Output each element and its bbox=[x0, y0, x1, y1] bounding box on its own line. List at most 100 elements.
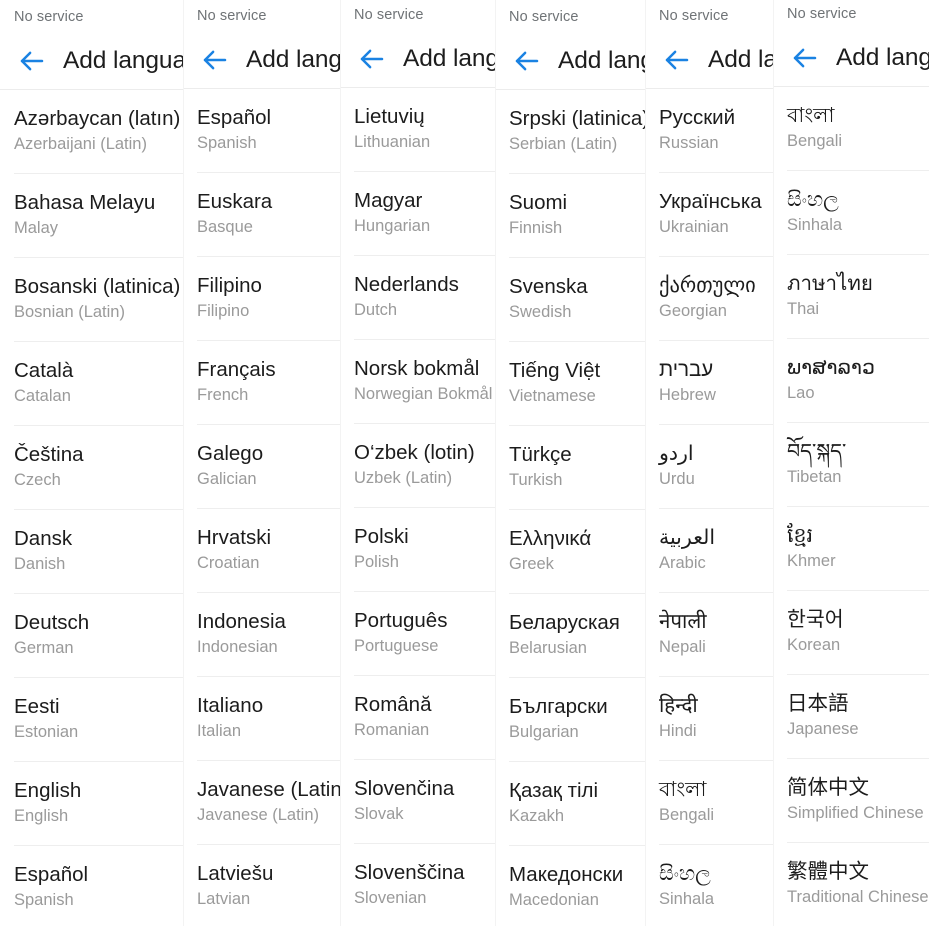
language-english-name: Thai bbox=[787, 300, 820, 319]
language-native-name: සිංහල bbox=[659, 862, 711, 886]
language-english-name: Spanish bbox=[14, 891, 74, 910]
language-list-item[interactable]: ພາສາລາວ Lao bbox=[787, 339, 929, 423]
language-list-item[interactable]: Srpski (latinica) Serbian (Latin) bbox=[509, 90, 645, 174]
language-list-item[interactable]: Lietuvių Lithuanian bbox=[354, 88, 495, 172]
language-native-name: Türkçe bbox=[509, 443, 572, 467]
back-arrow-icon[interactable] bbox=[193, 38, 237, 82]
language-english-name: Polish bbox=[354, 553, 399, 572]
language-list-item[interactable]: Polski Polish bbox=[354, 508, 495, 592]
status-bar-carrier-text: No service bbox=[14, 8, 84, 25]
language-list-item[interactable]: 繁體中文 Traditional Chinese bbox=[787, 843, 929, 926]
language-list-item[interactable]: বাংলা Bengali bbox=[659, 761, 773, 845]
language-english-name: Japanese bbox=[787, 720, 859, 739]
language-list-item[interactable]: Українська Ukrainian bbox=[659, 173, 773, 257]
language-english-name: Malay bbox=[14, 219, 59, 238]
language-english-name: Ukrainian bbox=[659, 218, 729, 237]
language-list-item[interactable]: Română Romanian bbox=[354, 676, 495, 760]
language-list-item[interactable]: اردو Urdu bbox=[659, 425, 773, 509]
language-english-name: Bulgarian bbox=[509, 723, 579, 742]
language-list-item[interactable]: Tiếng Việt Vietnamese bbox=[509, 342, 645, 426]
language-list-item[interactable]: Galego Galician bbox=[197, 425, 340, 509]
language-list-item[interactable]: Bosanski (latinica) Bosnian (Latin) bbox=[14, 258, 183, 342]
language-list-item[interactable]: සිංහල Sinhala bbox=[787, 171, 929, 255]
language-list-item[interactable]: 日本語 Japanese bbox=[787, 675, 929, 759]
language-list-item[interactable]: Türkçe Turkish bbox=[509, 426, 645, 510]
back-arrow-icon[interactable] bbox=[350, 37, 394, 81]
language-list-item[interactable]: Euskara Basque bbox=[197, 173, 340, 257]
phone-screen-panel-6: No service Add language বাংলা Bengali සිංහල S… bbox=[773, 0, 929, 926]
language-list-item[interactable]: Bahasa Melayu Malay bbox=[14, 174, 183, 258]
language-english-name: Czech bbox=[14, 471, 61, 490]
language-list-item[interactable]: Filipino Filipino bbox=[197, 257, 340, 341]
language-list-item[interactable]: Español Spanish bbox=[197, 89, 340, 173]
language-list-item[interactable]: Қазақ тілі Kazakh bbox=[509, 762, 645, 846]
language-english-name: Basque bbox=[197, 218, 253, 237]
language-english-name: Portuguese bbox=[354, 637, 439, 656]
language-list-item[interactable]: සිංහල Sinhala bbox=[659, 845, 773, 926]
language-list-item[interactable]: 한국어 Korean bbox=[787, 591, 929, 675]
language-list-item[interactable]: עברית Hebrew bbox=[659, 341, 773, 425]
language-list-item[interactable]: Svenska Swedish bbox=[509, 258, 645, 342]
language-list-item[interactable]: العربية Arabic bbox=[659, 509, 773, 593]
language-native-name: Magyar bbox=[354, 189, 423, 213]
language-list-item[interactable]: ภาษาไทย Thai bbox=[787, 255, 929, 339]
language-list-item[interactable]: Deutsch German bbox=[14, 594, 183, 678]
language-list-item[interactable]: Norsk bokmål Norwegian Bokmål bbox=[354, 340, 495, 424]
language-list-item[interactable]: Беларуская Belarusian bbox=[509, 594, 645, 678]
language-english-name: Swedish bbox=[509, 303, 572, 322]
language-list-item[interactable]: Čeština Czech bbox=[14, 426, 183, 510]
phone-screen-content: No service Add language Azərbaycan (latın)… bbox=[0, 0, 183, 926]
status-bar: No service bbox=[183, 0, 340, 32]
language-list-item[interactable]: Português Portuguese bbox=[354, 592, 495, 676]
language-native-name: বাংলা bbox=[659, 778, 707, 802]
language-native-name: Italiano bbox=[197, 694, 264, 718]
language-list-item[interactable]: हिन्दी Hindi bbox=[659, 677, 773, 761]
language-list-item[interactable]: O‘zbek (lotin) Uzbek (Latin) bbox=[354, 424, 495, 508]
language-list-item[interactable]: Español Spanish bbox=[14, 846, 183, 926]
language-native-name: Javanese (Latin) bbox=[197, 778, 340, 802]
language-list-item[interactable]: Български Bulgarian bbox=[509, 678, 645, 762]
language-list-item[interactable]: Italiano Italian bbox=[197, 677, 340, 761]
language-list: Azərbaycan (latın) Azerbaijani (Latin) Bah… bbox=[0, 90, 183, 926]
language-list-item[interactable]: ខ្មែរ Khmer bbox=[787, 507, 929, 591]
language-list-item[interactable]: ქართული Georgian bbox=[659, 257, 773, 341]
language-list: Srpski (latinica) Serbian (Latin) Suomi Fin… bbox=[495, 90, 645, 926]
language-list-item[interactable]: Nederlands Dutch bbox=[354, 256, 495, 340]
back-arrow-icon[interactable] bbox=[505, 39, 549, 83]
language-native-name: ខ្មែរ bbox=[787, 524, 814, 548]
language-list-item[interactable]: བོད་སྐད་ Tibetan bbox=[787, 423, 929, 507]
language-english-name: Simplified Chinese bbox=[787, 804, 924, 823]
language-native-name: Euskara bbox=[197, 190, 273, 214]
app-bar: Add language bbox=[0, 33, 183, 90]
language-list-item[interactable]: Ελληνικά Greek bbox=[509, 510, 645, 594]
language-english-name: Hungarian bbox=[354, 217, 431, 236]
language-list-item[interactable]: Русский Russian bbox=[659, 89, 773, 173]
language-list-item[interactable]: 简体中文 Simplified Chinese bbox=[787, 759, 929, 843]
language-list-item[interactable]: नेपाली Nepali bbox=[659, 593, 773, 677]
language-native-name: Português bbox=[354, 609, 448, 633]
language-list-item[interactable]: Slovenčina Slovak bbox=[354, 760, 495, 844]
language-english-name: Nepali bbox=[659, 638, 706, 657]
back-arrow-icon[interactable] bbox=[10, 39, 54, 83]
phone-screen-content: No service Add language বাংলা Bengali සිංහල S… bbox=[773, 0, 929, 926]
language-list-item[interactable]: Македонски Macedonian bbox=[509, 846, 645, 926]
language-list-item[interactable]: Français French bbox=[197, 341, 340, 425]
language-list-item[interactable]: Eesti Estonian bbox=[14, 678, 183, 762]
language-list-item[interactable]: Hrvatski Croatian bbox=[197, 509, 340, 593]
back-arrow-icon[interactable] bbox=[655, 38, 699, 82]
language-native-name: ภาษาไทย bbox=[787, 272, 873, 296]
language-english-name: Romanian bbox=[354, 721, 430, 740]
language-list-item[interactable]: Magyar Hungarian bbox=[354, 172, 495, 256]
language-list-item[interactable]: English English bbox=[14, 762, 183, 846]
language-list-item[interactable]: Dansk Danish bbox=[14, 510, 183, 594]
language-list-item[interactable]: Slovenščina Slovenian bbox=[354, 844, 495, 926]
language-list-item[interactable]: Latviešu Latvian bbox=[197, 845, 340, 926]
back-arrow-icon[interactable] bbox=[783, 36, 827, 80]
language-list-item[interactable]: Azərbaycan (latın) Azerbaijani (Latin) bbox=[14, 90, 183, 174]
language-list-item[interactable]: Indonesia Indonesian bbox=[197, 593, 340, 677]
language-native-name: Čeština bbox=[14, 443, 84, 467]
language-list-item[interactable]: বাংলা Bengali bbox=[787, 87, 929, 171]
language-list-item[interactable]: Javanese (Latin) Javanese (Latin) bbox=[197, 761, 340, 845]
language-list-item[interactable]: Suomi Finnish bbox=[509, 174, 645, 258]
language-list-item[interactable]: Català Catalan bbox=[14, 342, 183, 426]
